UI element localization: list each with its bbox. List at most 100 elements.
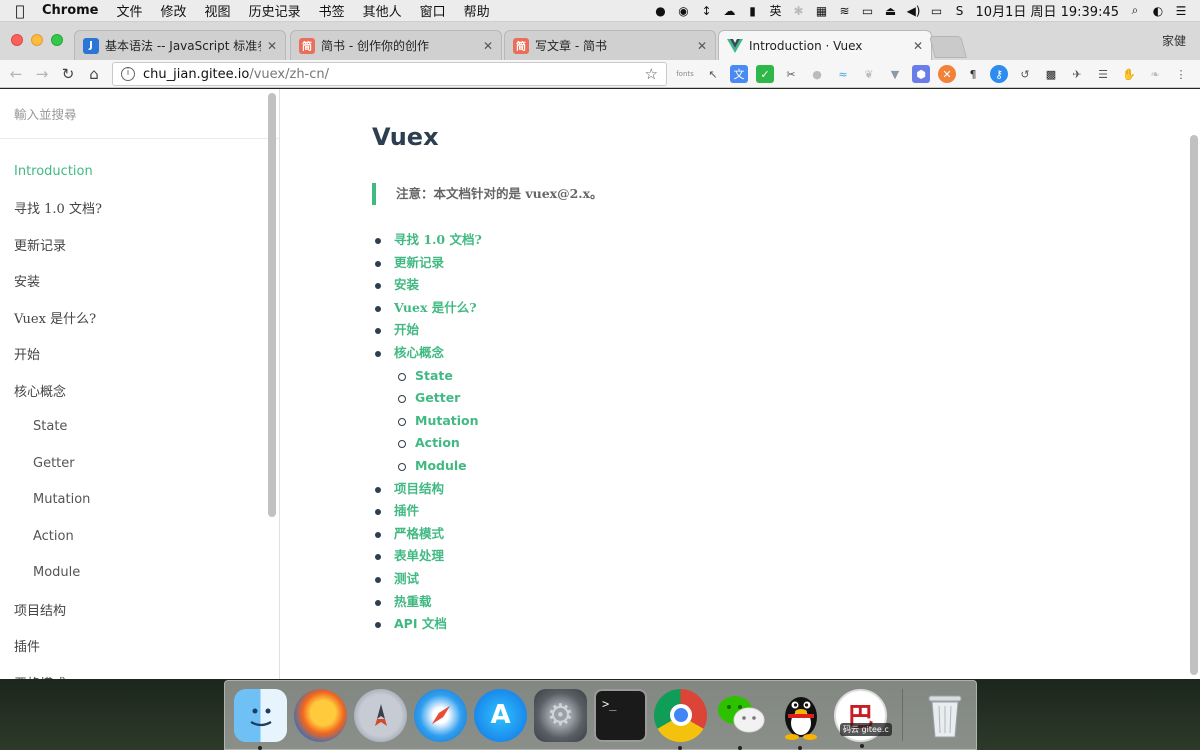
sidebar-item-core-concepts[interactable]: 核心概念 <box>0 372 279 409</box>
scissors-extension-icon[interactable]: ✂ <box>782 65 800 83</box>
sidebar-item-strict-mode[interactable]: 严格模式 <box>0 664 279 679</box>
toc-link-action[interactable]: Action <box>372 432 1072 455</box>
tab-jianshu-write[interactable]: 简 写文章 - 简书 ✕ <box>504 30 716 60</box>
menu-help[interactable]: 帮助 <box>455 1 499 20</box>
sidebar-item-what-is-vuex[interactable]: Vuex 是什么? <box>0 299 279 336</box>
sidebar-item-getter[interactable]: Getter <box>0 445 279 482</box>
toc-link-strict-mode[interactable]: 严格模式 <box>372 523 1072 546</box>
sidebar-item-getting-started[interactable]: 开始 <box>0 336 279 373</box>
menu-bookmarks[interactable]: 书签 <box>310 1 354 20</box>
terminal-icon[interactable]: >_ <box>594 688 647 742</box>
reload-icon[interactable]: ↻ <box>55 65 81 83</box>
cursor-extension-icon[interactable]: ↖ <box>704 65 722 83</box>
qr-code-icon[interactable]: ▩ <box>1042 65 1060 83</box>
sidebar-scrollbar[interactable] <box>268 93 276 517</box>
toc-link-getter[interactable]: Getter <box>372 387 1072 410</box>
safari-icon[interactable] <box>414 688 467 742</box>
menu-app-name[interactable]: Chrome <box>40 3 108 18</box>
gitee-icon[interactable]: 巴 码云 gitee.c <box>834 688 892 748</box>
refresh-extension-icon[interactable]: ↺ <box>1016 65 1034 83</box>
input-method-icon[interactable]: 英 <box>769 2 783 19</box>
home-icon[interactable]: ⌂ <box>81 65 107 83</box>
toc-link-changelog[interactable]: 更新记录 <box>372 252 1072 275</box>
bookmark-star-icon[interactable]: ☆ <box>645 65 658 83</box>
toc-link-installation[interactable]: 安装 <box>372 274 1072 297</box>
notification-center-icon[interactable]: ☰ <box>1174 4 1188 18</box>
trash-icon[interactable] <box>918 689 971 742</box>
toc-link-mutation[interactable]: Mutation <box>372 410 1072 433</box>
firefox-icon[interactable] <box>294 688 347 742</box>
toc-link-legacy-docs[interactable]: 寻找 1.0 文档? <box>372 229 1072 252</box>
address-bar[interactable]: i chu_jian.gitee.io/vuex/zh-cn/ ☆ <box>112 62 667 86</box>
tab-close-icon[interactable]: ✕ <box>697 39 707 53</box>
tab-close-icon[interactable]: ✕ <box>913 39 923 53</box>
toc-link-forms[interactable]: 表单处理 <box>372 545 1072 568</box>
toc-link-project-structure[interactable]: 项目结构 <box>372 478 1072 501</box>
menu-window[interactable]: 窗口 <box>411 1 455 20</box>
penguin-status-icon[interactable]: ● <box>654 4 668 18</box>
site-info-icon[interactable]: i <box>121 67 135 81</box>
vue-devtools-icon[interactable]: ▼ <box>886 65 904 83</box>
eject-icon[interactable]: ⏏ <box>884 4 898 18</box>
siri-icon[interactable]: ◐ <box>1151 4 1165 18</box>
spotlight-search-icon[interactable]: ⌕ <box>1128 3 1142 18</box>
toc-link-hot-reload[interactable]: 热重载 <box>372 591 1072 614</box>
back-arrow-icon[interactable]: ← <box>3 65 29 83</box>
chrome-icon[interactable] <box>654 688 707 750</box>
plane-extension-icon[interactable]: ✈ <box>1068 65 1086 83</box>
tab-close-icon[interactable]: ✕ <box>267 39 277 53</box>
sidebar-item-changelog[interactable]: 更新记录 <box>0 226 279 263</box>
sidebar-item-introduction[interactable]: Introduction <box>0 153 279 190</box>
finder-icon[interactable] <box>234 688 287 750</box>
shield-extension-icon[interactable]: ✓ <box>756 65 774 83</box>
sidebar-item-mutation[interactable]: Mutation <box>0 482 279 519</box>
airplay-icon[interactable]: ▭ <box>861 4 875 18</box>
forward-arrow-icon[interactable]: → <box>29 65 55 83</box>
toc-link-state[interactable]: State <box>372 365 1072 388</box>
hand-extension-icon[interactable]: ✋ <box>1120 65 1138 83</box>
tab-vuex-introduction[interactable]: Introduction · Vuex ✕ <box>718 30 932 60</box>
fonts-extension-icon[interactable]: fonts <box>674 65 696 83</box>
cloud-status-icon[interactable]: ☁ <box>723 4 737 18</box>
apple-menu-icon[interactable]:  <box>0 2 40 20</box>
battery-icon[interactable]: ▭ <box>930 4 944 18</box>
sidebar-item-legacy-docs[interactable]: 寻找 1.0 文档? <box>0 190 279 227</box>
wechat-status-icon[interactable]: ◉ <box>677 4 691 18</box>
sidebar-item-state[interactable]: State <box>0 409 279 446</box>
menu-file[interactable]: 文件 <box>108 1 152 20</box>
chrome-menu-icon[interactable]: ⋮ <box>1172 65 1190 83</box>
tab-jianshu-home[interactable]: 简 简书 - 创作你的创作 ✕ <box>290 30 502 60</box>
key-extension-icon[interactable]: ⚷ <box>990 65 1008 83</box>
launchpad-icon[interactable] <box>354 688 407 742</box>
sidebar-item-project-structure[interactable]: 项目结构 <box>0 591 279 628</box>
x-extension-icon[interactable]: ✕ <box>938 65 956 83</box>
wifi-icon[interactable]: ≋ <box>838 4 852 18</box>
feather-extension-icon[interactable]: ❦ <box>860 65 878 83</box>
menu-people[interactable]: 其他人 <box>354 1 411 20</box>
menu-view[interactable]: 视图 <box>196 1 240 20</box>
clock[interactable]: 10月1日 周日 19:39:45 <box>976 1 1119 20</box>
translate-extension-icon[interactable]: 文 <box>730 65 748 83</box>
toc-link-what-is-vuex[interactable]: Vuex 是什么? <box>372 297 1072 320</box>
window-maximize-button[interactable] <box>51 34 63 46</box>
app-store-icon[interactable]: A <box>474 688 527 742</box>
toc-link-testing[interactable]: 测试 <box>372 568 1072 591</box>
profile-name[interactable]: 家健 <box>1162 32 1186 49</box>
sync-status-icon[interactable]: S <box>953 4 967 18</box>
tab-close-icon[interactable]: ✕ <box>483 39 493 53</box>
page-scrollbar[interactable] <box>1190 135 1198 675</box>
wave-extension-icon[interactable]: ≈ <box>834 65 852 83</box>
hexagon-extension-icon[interactable]: ⬢ <box>912 65 930 83</box>
toc-link-module[interactable]: Module <box>372 455 1072 478</box>
microphone-status-icon[interactable]: ▮ <box>746 4 760 18</box>
volume-icon[interactable]: ◀) <box>907 4 921 18</box>
toc-link-core-concepts[interactable]: 核心概念 <box>372 342 1072 365</box>
wechat-icon[interactable] <box>714 689 767 750</box>
toc-link-plugins[interactable]: 插件 <box>372 500 1072 523</box>
arrows-status-icon[interactable]: ↕ <box>700 4 714 18</box>
keyboard-status-icon[interactable]: ▦ <box>815 4 829 18</box>
tab-javascript-syntax[interactable]: J 基本语法 -- JavaScript 标准参考 ✕ <box>74 30 286 60</box>
window-minimize-button[interactable] <box>31 34 43 46</box>
sidebar-search-input[interactable]: 輸入並搜尋 <box>0 89 279 139</box>
system-preferences-icon[interactable]: ⚙ <box>534 688 587 742</box>
